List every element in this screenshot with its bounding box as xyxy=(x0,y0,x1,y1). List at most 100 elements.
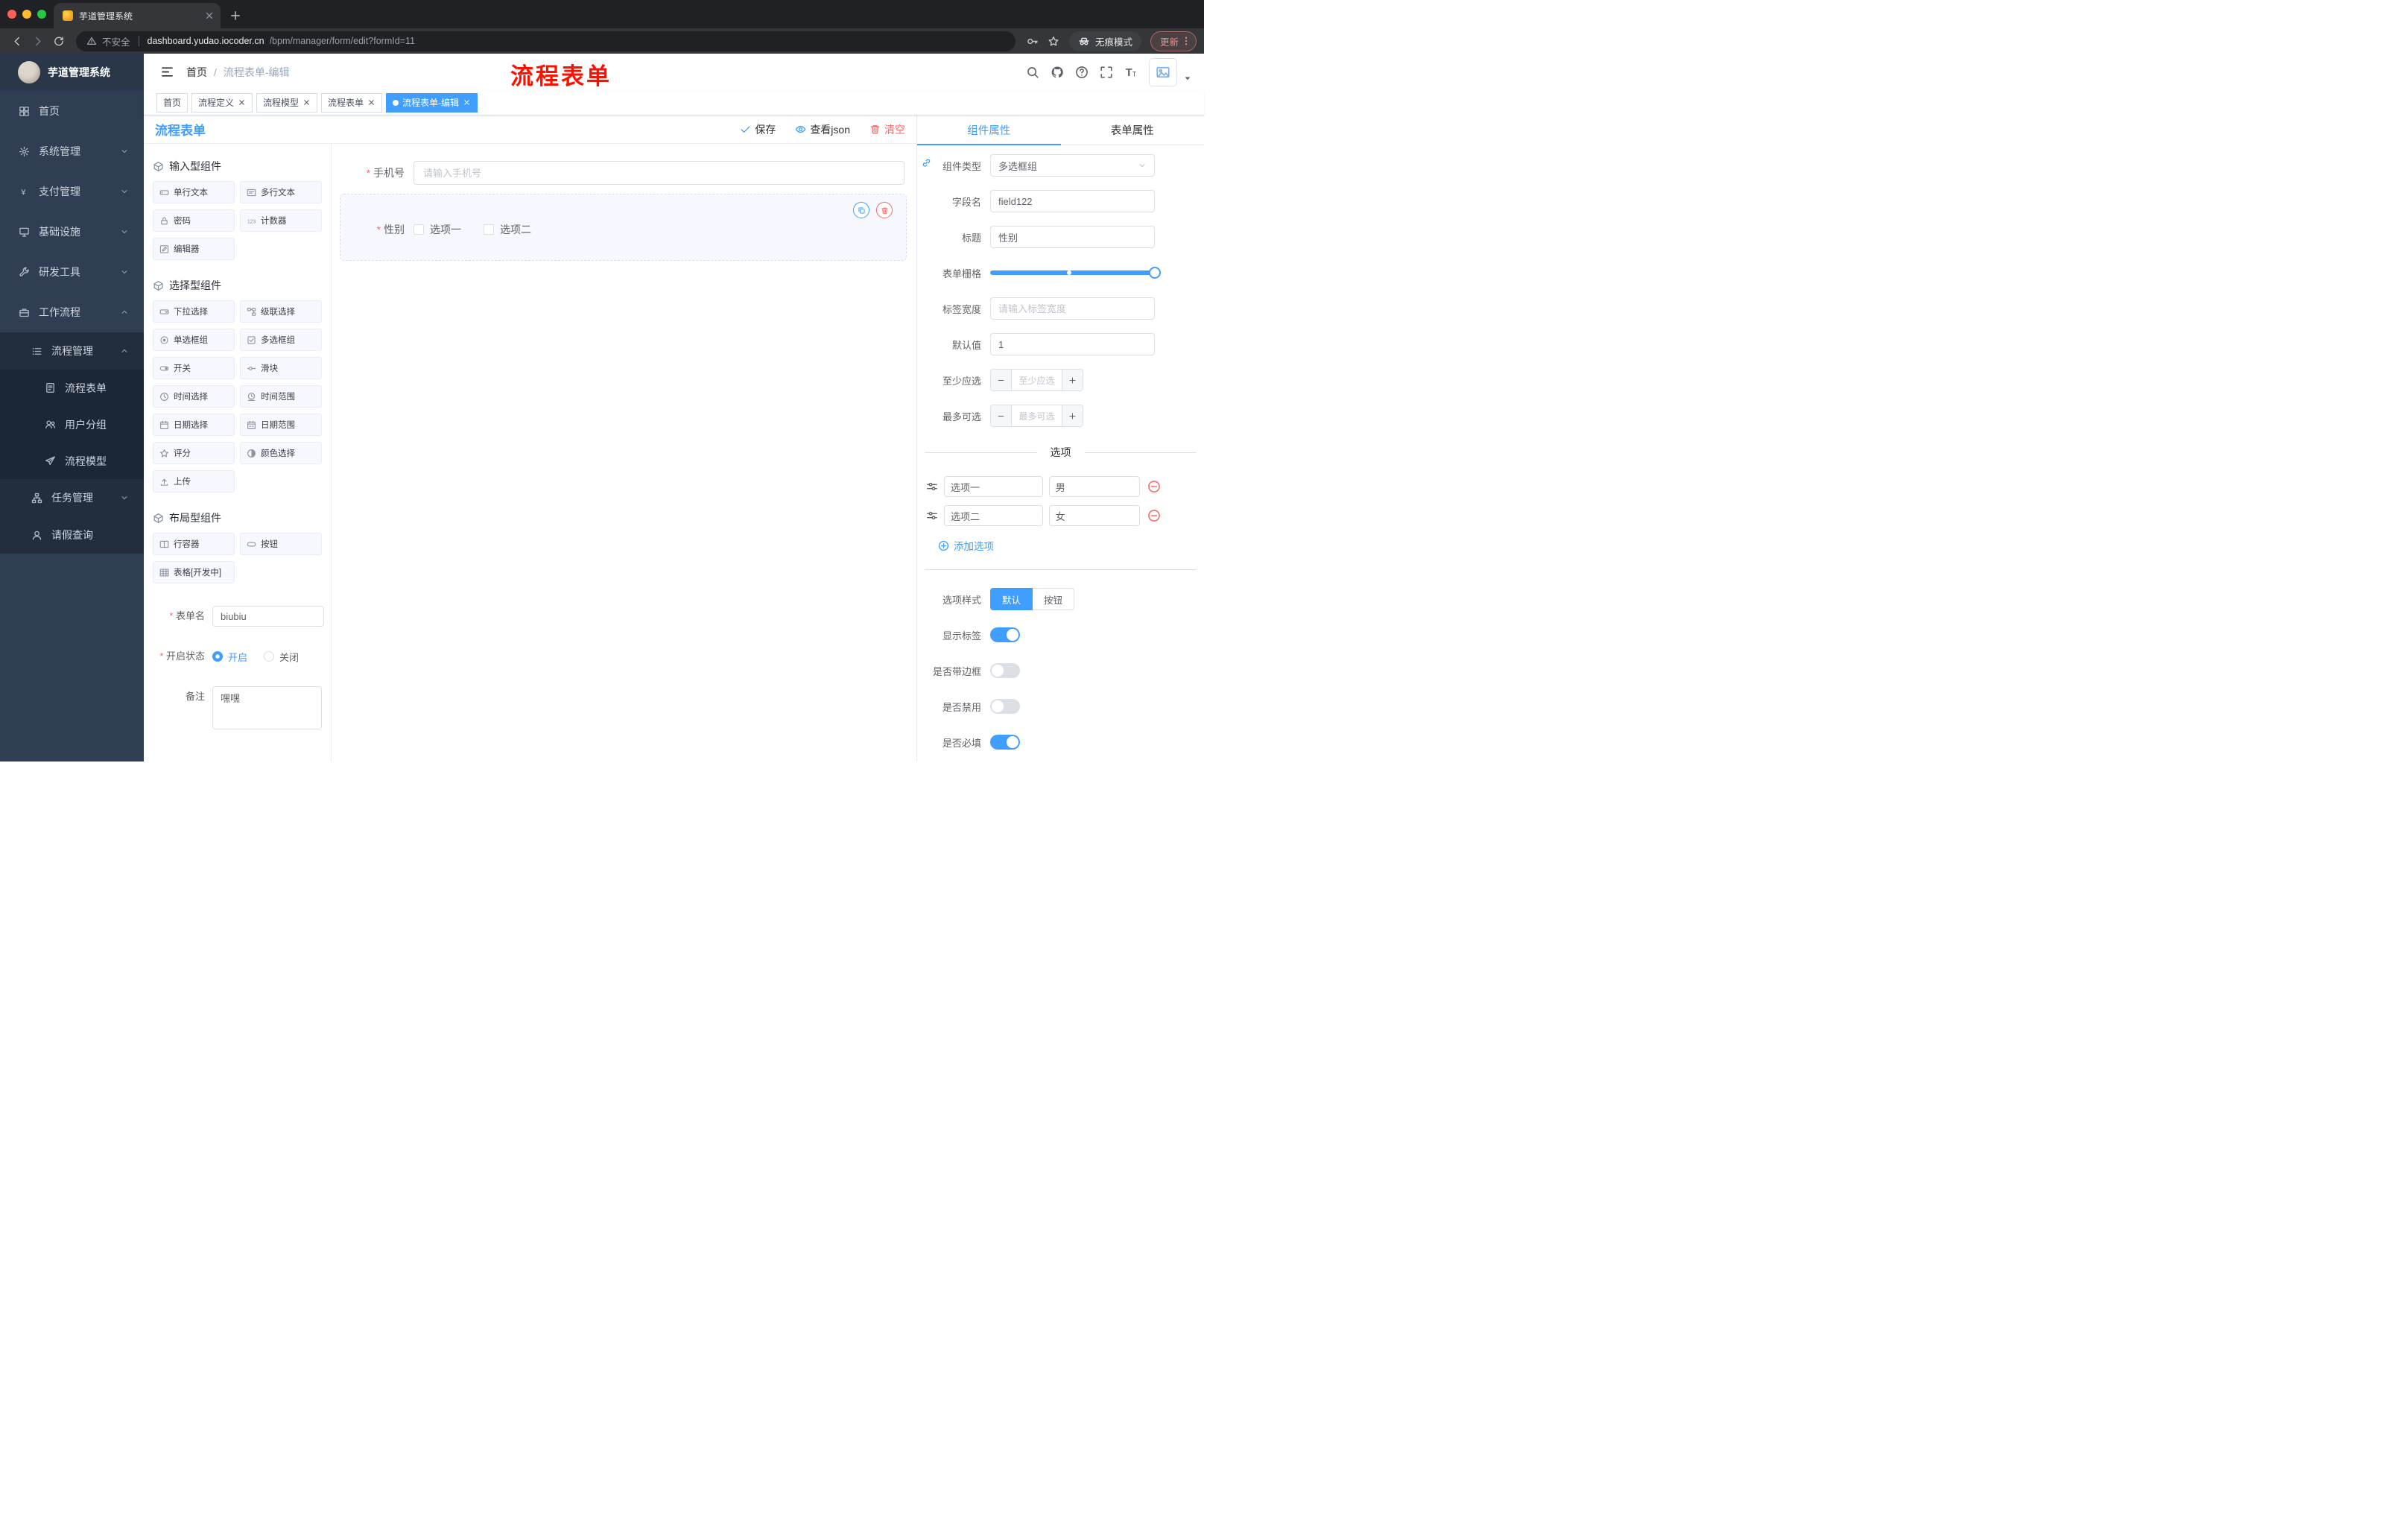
status-off-radio[interactable]: 关闭 xyxy=(264,650,299,664)
palette-item[interactable]: 多行文本 xyxy=(240,181,322,203)
stepper-placeholder[interactable]: 至少应选 xyxy=(1012,370,1062,390)
remove-option-button[interactable] xyxy=(1147,480,1161,493)
palette-item[interactable]: 日期选择 xyxy=(153,414,235,436)
palette-item[interactable]: 按钮 xyxy=(240,533,322,555)
palette-item[interactable]: 评分 xyxy=(153,442,235,464)
browser-tab[interactable]: 芋道管理系统 xyxy=(54,3,221,28)
new-tab-button[interactable] xyxy=(229,10,241,22)
option-value-input[interactable] xyxy=(1048,476,1140,497)
tag-close-icon[interactable] xyxy=(238,98,246,107)
tag-close-icon[interactable] xyxy=(463,98,471,107)
copy-component-button[interactable] xyxy=(853,202,869,218)
field-name-input[interactable] xyxy=(990,190,1155,212)
slider-handle[interactable] xyxy=(1149,267,1161,279)
palette-item[interactable]: 颜色选择 xyxy=(240,442,322,464)
not-secure-icon[interactable] xyxy=(86,36,97,46)
tab-close-icon[interactable] xyxy=(204,10,215,21)
palette-item[interactable]: 表格[开发中] xyxy=(153,561,235,583)
tag-process-form[interactable]: 流程表单 xyxy=(321,92,383,113)
sidebar-item-payment[interactable]: ¥ 支付管理 xyxy=(0,171,144,212)
breadcrumb-home[interactable]: 首页 xyxy=(186,65,207,80)
border-switch[interactable] xyxy=(990,663,1020,678)
search-icon[interactable] xyxy=(1026,66,1039,79)
status-on-radio[interactable]: 开启 xyxy=(212,650,247,664)
phone-input[interactable] xyxy=(414,161,904,185)
save-button[interactable]: 保存 xyxy=(740,122,776,137)
palette-item[interactable]: 时间选择 xyxy=(153,385,235,408)
sidebar-item-user-group[interactable]: 用户分组 xyxy=(0,406,144,443)
palette-item[interactable]: 单行文本 xyxy=(153,181,235,203)
label-width-input[interactable] xyxy=(990,297,1155,320)
canvas-field-gender[interactable]: 性别 选项一 选项二 xyxy=(340,194,907,261)
palette-item[interactable]: 上传 xyxy=(153,470,235,493)
sidebar-item-devtools[interactable]: 研发工具 xyxy=(0,252,144,292)
option-value-input[interactable] xyxy=(1048,505,1140,526)
checkbox-box[interactable] xyxy=(414,224,424,235)
checkbox-option-1[interactable]: 选项一 xyxy=(414,222,461,237)
palette-item[interactable]: 密码 xyxy=(153,209,235,232)
drag-handle-icon[interactable] xyxy=(926,481,938,493)
default-value-input[interactable] xyxy=(990,333,1155,355)
option-style-button-button[interactable]: 按钮 xyxy=(1033,588,1075,610)
drag-handle-icon[interactable] xyxy=(926,510,938,522)
title-input[interactable] xyxy=(990,226,1155,248)
palette-item[interactable]: 单选框组 xyxy=(153,329,235,351)
stepper-increase-button[interactable] xyxy=(1062,370,1083,390)
option-label-input[interactable] xyxy=(944,505,1043,526)
palette-item[interactable]: 时间范围 xyxy=(240,385,322,408)
tag-close-icon[interactable] xyxy=(367,98,376,107)
browser-menu-icon[interactable] xyxy=(1181,36,1191,46)
palette-item[interactable]: 滑块 xyxy=(240,357,322,379)
maximize-window-button[interactable] xyxy=(37,10,46,19)
tag-process-model[interactable]: 流程模型 xyxy=(256,92,318,113)
bookmark-button[interactable] xyxy=(1044,31,1063,51)
delete-component-button[interactable] xyxy=(876,202,893,218)
show-label-switch[interactable] xyxy=(990,627,1020,642)
checkbox-box[interactable] xyxy=(484,224,494,235)
fullscreen-icon[interactable] xyxy=(1100,66,1113,79)
tag-process-definition[interactable]: 流程定义 xyxy=(191,92,253,113)
checkbox-option-2[interactable]: 选项二 xyxy=(484,222,531,237)
form-grid-slider[interactable] xyxy=(990,262,1161,284)
form-name-input[interactable] xyxy=(212,606,324,627)
option-style-default-button[interactable]: 默认 xyxy=(990,588,1033,610)
option-label-input[interactable] xyxy=(944,476,1043,497)
tag-home[interactable]: 首页 xyxy=(156,92,188,113)
component-type-select[interactable]: 多选框组 xyxy=(990,154,1155,177)
palette-item[interactable]: 多选框组 xyxy=(240,329,322,351)
tag-close-icon[interactable] xyxy=(302,98,311,107)
sidebar-item-workflow[interactable]: 工作流程 xyxy=(0,292,144,332)
palette-item[interactable]: 级联选择 xyxy=(240,300,322,323)
tab-form-props[interactable]: 表单属性 xyxy=(1061,115,1205,145)
form-remark-textarea[interactable]: 嘿嘿 xyxy=(212,686,322,729)
palette-item[interactable]: 123 计数器 xyxy=(240,209,322,232)
font-size-icon[interactable]: TT xyxy=(1124,66,1138,79)
canvas-field-phone[interactable]: 手机号 xyxy=(340,156,906,190)
hamburger-icon[interactable] xyxy=(160,65,174,79)
github-icon[interactable] xyxy=(1051,66,1064,79)
user-menu-caret-icon[interactable] xyxy=(1183,74,1192,83)
sidebar-item-process-model[interactable]: 流程模型 xyxy=(0,443,144,479)
back-button[interactable] xyxy=(7,31,27,51)
forward-button[interactable] xyxy=(28,31,48,51)
palette-item[interactable]: 开关 xyxy=(153,357,235,379)
remove-option-button[interactable] xyxy=(1147,509,1161,522)
update-button[interactable]: 更新 xyxy=(1150,31,1197,51)
password-manager-button[interactable] xyxy=(1023,31,1042,51)
reload-button[interactable] xyxy=(49,31,69,51)
palette-item[interactable]: 编辑器 xyxy=(153,238,235,260)
sidebar-logo[interactable]: 芋道管理系统 xyxy=(0,54,144,91)
sidebar-item-process-mgmt[interactable]: 流程管理 xyxy=(0,332,144,370)
sidebar-item-leave-query[interactable]: 请假查询 xyxy=(0,516,144,554)
view-json-button[interactable]: 查看json xyxy=(795,122,850,137)
avatar[interactable] xyxy=(1149,57,1177,86)
stepper-decrease-button[interactable] xyxy=(991,370,1012,390)
minimize-window-button[interactable] xyxy=(22,10,31,19)
slider-track[interactable] xyxy=(990,267,1161,279)
sidebar-item-process-form[interactable]: 流程表单 xyxy=(0,370,144,406)
clear-button[interactable]: 清空 xyxy=(869,122,905,137)
sidebar-item-task-mgmt[interactable]: 任务管理 xyxy=(0,479,144,516)
close-window-button[interactable] xyxy=(7,10,16,19)
sidebar-item-system[interactable]: 系统管理 xyxy=(0,131,144,171)
disabled-switch[interactable] xyxy=(990,699,1020,714)
